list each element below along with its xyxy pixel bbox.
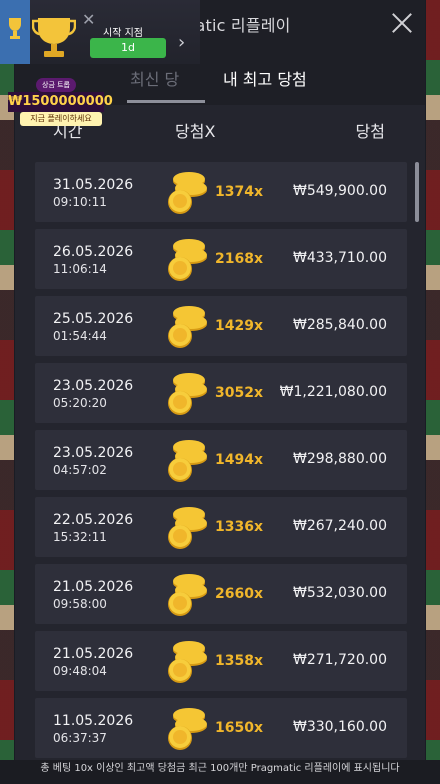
coin-stack-icon — [165, 304, 211, 350]
win-multiplier: 1650x — [215, 720, 263, 736]
win-time: 01:54:44 — [53, 329, 107, 343]
win-amount: ₩267,240.00 — [292, 518, 387, 534]
list-item[interactable]: 23.05.2026 05:20:20 3052x ₩1,221,080.00 — [35, 363, 407, 423]
close-icon[interactable] — [387, 8, 417, 38]
win-time: 09:48:04 — [53, 664, 107, 678]
coin-stack-icon — [165, 438, 211, 484]
win-amount: ₩298,880.00 — [292, 451, 387, 467]
win-time: 15:32:11 — [53, 530, 107, 544]
coin-stack-icon — [165, 639, 211, 685]
list-item[interactable]: 21.05.2026 09:48:04 1358x ₩271,720.00 — [35, 631, 407, 691]
promo-widget[interactable]: ✕ 시작 지점 1d › — [0, 0, 200, 64]
coin-stack-icon — [165, 371, 211, 417]
footer-note: 총 베팅 10x 이상인 최고액 당첨금 최근 100개만 Pragmatic … — [0, 760, 440, 784]
coin-stack-icon — [165, 237, 211, 283]
win-time: 09:58:00 — [53, 597, 107, 611]
win-amount: ₩532,030.00 — [292, 585, 387, 601]
wins-list: 31.05.2026 09:10:11 1374x ₩549,900.00 26.05.… — [35, 162, 407, 765]
coin-stack-icon — [165, 706, 211, 752]
win-date: 23.05.2026 — [53, 378, 134, 394]
win-time: 04:57:02 — [53, 463, 107, 477]
win-date: 21.05.2026 — [53, 579, 134, 595]
win-multiplier: 2168x — [215, 251, 263, 267]
win-multiplier: 1429x — [215, 318, 263, 334]
win-amount: ₩549,900.00 — [292, 183, 387, 199]
coin-stack-icon — [165, 170, 211, 216]
win-amount: ₩1,221,080.00 — [279, 384, 387, 400]
win-date: 26.05.2026 — [53, 244, 134, 260]
coin-stack-icon — [165, 505, 211, 551]
banner-amount: ₩1500000000 — [8, 92, 113, 112]
win-date: 25.05.2026 — [53, 311, 134, 327]
list-item[interactable]: 25.05.2026 01:54:44 1429x ₩285,840.00 — [35, 296, 407, 356]
win-time: 09:10:11 — [53, 195, 107, 209]
win-time: 05:20:20 — [53, 396, 107, 410]
active-tab-indicator — [127, 100, 205, 103]
start-point-label: 시작 지점 — [103, 28, 143, 39]
jackpot-banner[interactable]: 상금 트롭 ₩1500000000 지금 플레이하세요 — [8, 74, 113, 126]
win-date: 23.05.2026 — [53, 445, 134, 461]
win-multiplier: 1374x — [215, 184, 263, 200]
background-scenery-right — [426, 0, 440, 784]
win-amount: ₩433,710.00 — [292, 250, 387, 266]
list-item[interactable]: 31.05.2026 09:10:11 1374x ₩549,900.00 — [35, 162, 407, 222]
list-item[interactable]: 23.05.2026 04:57:02 1494x ₩298,880.00 — [35, 430, 407, 490]
banner-top-label: 상금 트롭 — [36, 78, 76, 92]
start-point-badge: 1d — [90, 38, 166, 58]
trophy-icon — [32, 18, 76, 57]
win-multiplier: 3052x — [215, 385, 263, 401]
close-icon[interactable]: ✕ — [82, 10, 95, 29]
win-date: 22.05.2026 — [53, 512, 134, 528]
win-time: 11:06:14 — [53, 262, 107, 276]
win-date: 31.05.2026 — [53, 177, 134, 193]
win-date: 21.05.2026 — [53, 646, 134, 662]
win-amount: ₩271,720.00 — [292, 652, 387, 668]
win-amount: ₩285,840.00 — [292, 317, 387, 333]
list-item[interactable]: 26.05.2026 11:06:14 2168x ₩433,710.00 — [35, 229, 407, 289]
win-multiplier: 1494x — [215, 452, 263, 468]
chevron-right-icon[interactable]: › — [178, 32, 185, 53]
win-date: 11.05.2026 — [53, 713, 134, 729]
tab-my-best-wins[interactable]: 내 최고 당첨 — [223, 66, 307, 90]
trophy-tab[interactable] — [0, 0, 30, 64]
win-time: 06:37:37 — [53, 731, 107, 745]
list-item[interactable]: 22.05.2026 15:32:11 1336x ₩267,240.00 — [35, 497, 407, 557]
banner-play-now: 지금 플레이하세요 — [20, 112, 102, 126]
win-multiplier: 1336x — [215, 519, 263, 535]
column-header-win: 당첨 — [355, 122, 385, 141]
trophy-icon — [9, 18, 21, 39]
win-amount: ₩330,160.00 — [292, 719, 387, 735]
coin-stack-icon — [165, 572, 211, 618]
win-multiplier: 2660x — [215, 586, 263, 602]
tab-recent-wins[interactable]: 최신 당 — [130, 66, 179, 90]
win-multiplier: 1358x — [215, 653, 263, 669]
scrollbar[interactable] — [415, 162, 419, 222]
column-header-multiplier: 당첨X — [175, 122, 216, 141]
list-item[interactable]: 11.05.2026 06:37:37 1650x ₩330,160.00 — [35, 698, 407, 758]
list-item[interactable]: 21.05.2026 09:58:00 2660x ₩532,030.00 — [35, 564, 407, 624]
